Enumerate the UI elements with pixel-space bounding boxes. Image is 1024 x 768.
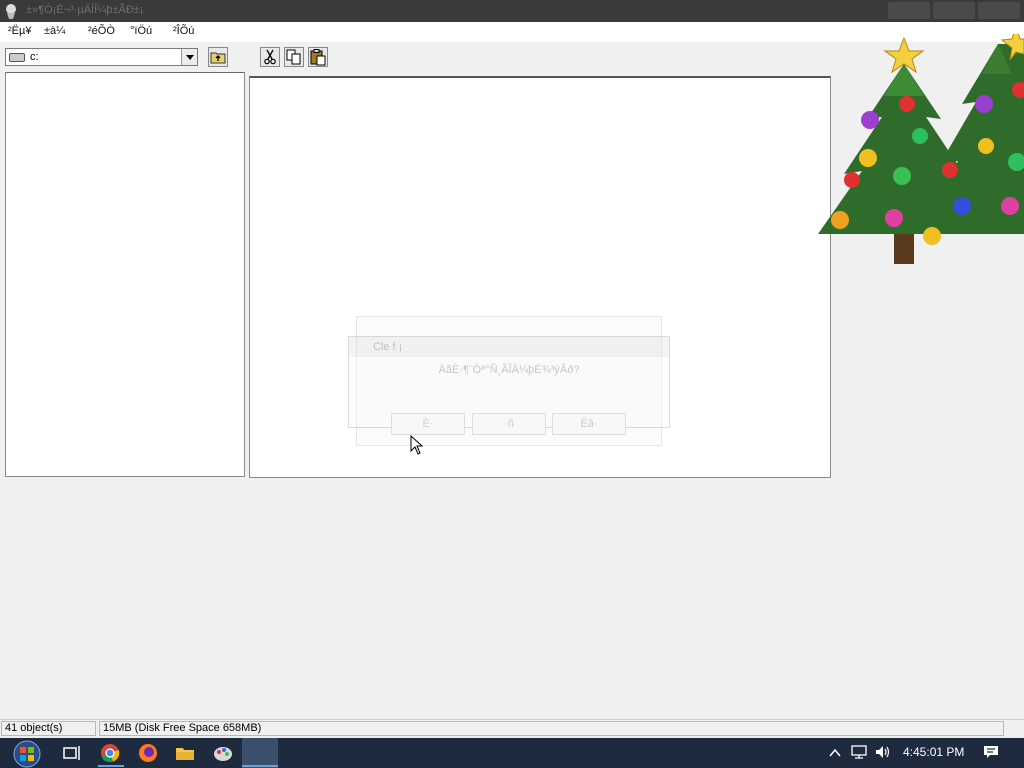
chevron-up-icon[interactable] [828, 746, 842, 760]
paste-button[interactable] [308, 47, 328, 67]
volume-icon[interactable] [874, 744, 892, 760]
start-button[interactable] [8, 739, 46, 768]
task-view-icon[interactable] [61, 742, 83, 764]
menu-item-5[interactable]: ²ÎÕú [173, 25, 194, 37]
menu-item-3[interactable]: ²éÕÒ [88, 25, 115, 37]
close-button[interactable] [978, 2, 1020, 19]
copy-icon [286, 49, 301, 65]
drive-icon [9, 53, 25, 62]
taskbar-active-indicator [242, 765, 278, 767]
copy-button[interactable] [284, 47, 304, 67]
file-explorer-icon[interactable] [174, 742, 196, 764]
folder-tree-pane[interactable] [5, 72, 245, 477]
menu-item-1[interactable]: ²Ëµ¥ [8, 25, 31, 37]
up-folder-button[interactable] [208, 47, 228, 67]
scissors-icon [264, 49, 276, 65]
maximize-button[interactable] [933, 2, 975, 19]
app-icon [6, 4, 16, 19]
status-object-count: 41 object(s) [1, 721, 96, 736]
status-disk-space: 15MB (Disk Free Space 658MB) [99, 721, 1004, 736]
network-icon[interactable] [850, 744, 868, 760]
dialog-message: ÄãÈ·¶¨Òª°Ñ¸ÃÎÄ¼þÉ¾³ýÂð? [438, 364, 580, 376]
drive-select[interactable]: c: [5, 48, 198, 66]
dialog-no-button[interactable]: ·ñ [472, 413, 546, 435]
chevron-down-icon[interactable] [181, 49, 197, 65]
folder-up-icon [210, 52, 226, 64]
cut-button[interactable] [260, 47, 280, 67]
christmas-tree-decoration [818, 34, 1024, 264]
clipboard-icon [310, 49, 326, 66]
drive-label: c: [30, 51, 39, 63]
dialog-yes-button[interactable]: È· [391, 413, 465, 435]
chrome-icon[interactable] [99, 742, 121, 764]
menu-item-2[interactable]: ±à¼­ [44, 25, 65, 37]
dialog-cancel-button[interactable]: Ëã· [552, 413, 626, 435]
dialog-title: Cle f ¡ [373, 341, 403, 353]
title-bar[interactable] [0, 0, 1024, 22]
firefox-icon[interactable] [137, 742, 159, 764]
minimize-button[interactable] [888, 2, 930, 19]
notifications-icon[interactable] [982, 743, 1000, 761]
clock-time[interactable]: 4:45:01 PM [903, 745, 964, 759]
taskbar-active-app-button[interactable] [242, 738, 278, 768]
taskbar-active-indicator [98, 765, 124, 767]
menu-item-4[interactable]: °ïÖú [130, 25, 152, 37]
window-title: ±»¶Ó¡É¬³·µÄÌÎ¼þ±ÃÐ±¡ [26, 4, 144, 16]
confirm-dialog[interactable]: Cle f ¡ ÄãÈ·¶¨Òª°Ñ¸ÃÎÄ¼þÉ¾³ýÂð? È· ·ñ Ëã… [348, 336, 670, 435]
paint-app-icon[interactable] [212, 742, 234, 764]
mouse-cursor-icon [410, 435, 424, 455]
